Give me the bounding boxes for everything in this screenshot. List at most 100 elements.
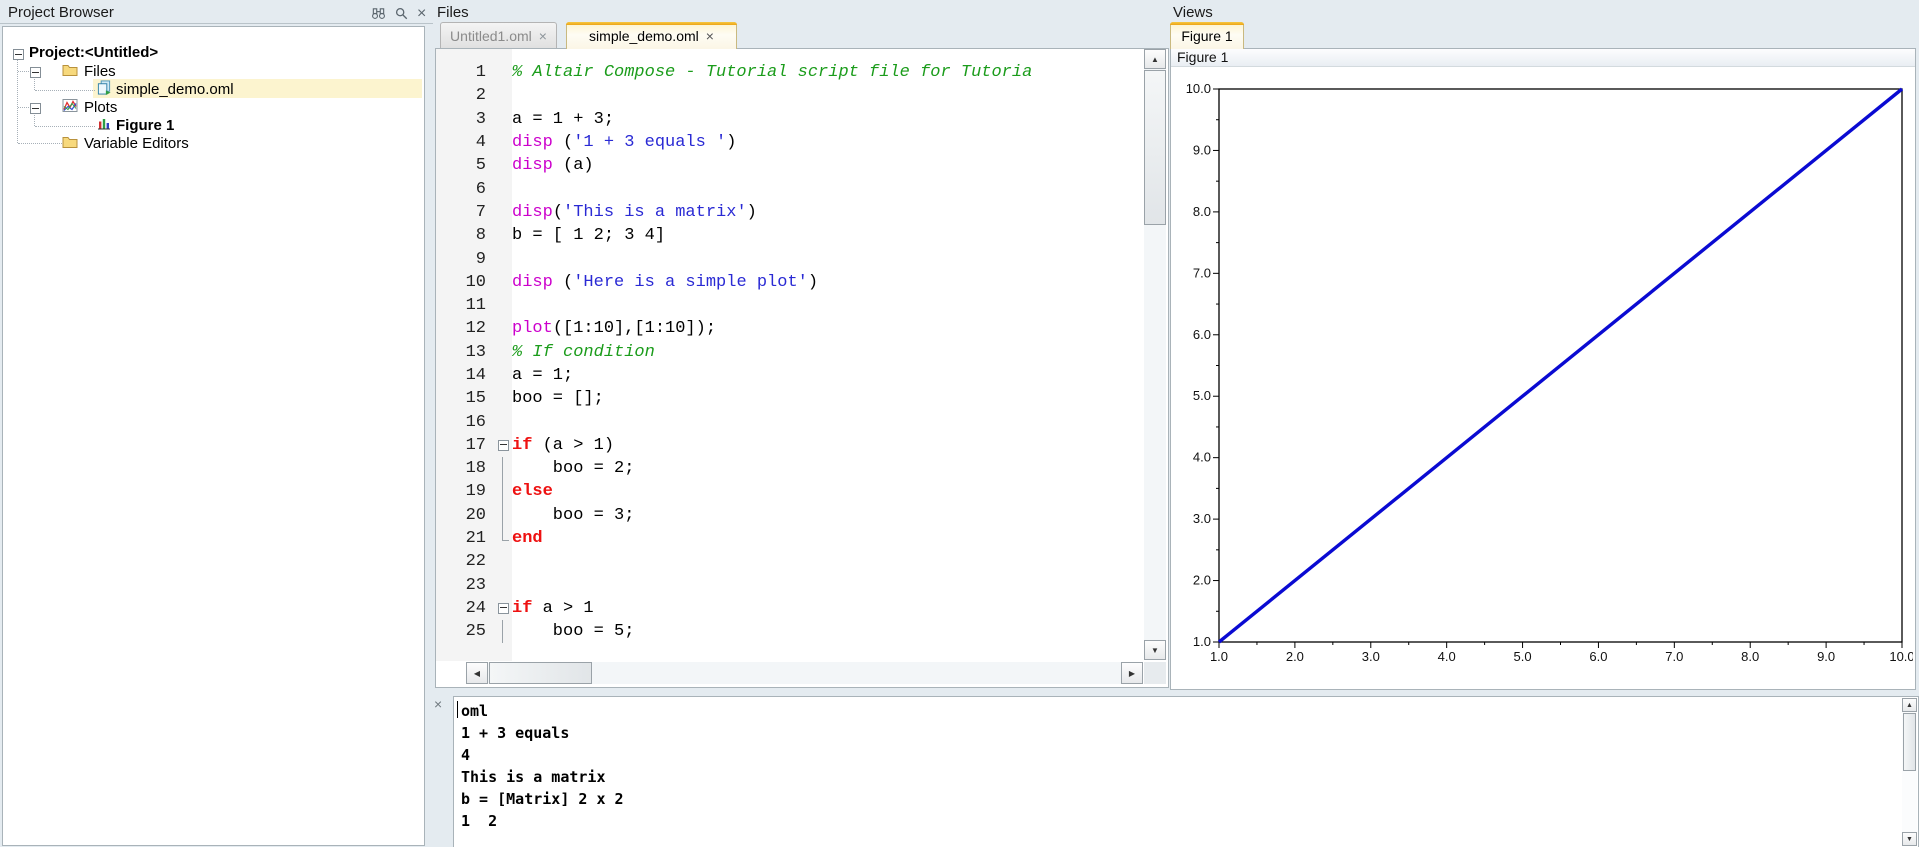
scrollbar-thumb[interactable] (1903, 713, 1916, 771)
code-line: 19 else (436, 480, 1144, 503)
code-line: 22 (436, 550, 1144, 573)
collapse-box-files[interactable] (30, 67, 41, 78)
find-binoculars-icon[interactable] (371, 6, 386, 21)
token-plain: ) (808, 273, 818, 292)
token-str: '1 + 3 equals ' (573, 133, 726, 152)
token-plain: ) (747, 203, 757, 222)
scrollbar-thumb[interactable] (1144, 70, 1166, 225)
token-plain: (a > 1) (532, 436, 614, 455)
code-line: 1% Altair Compose - Tutorial script file… (436, 61, 1144, 84)
tab-untitled1-oml[interactable]: Untitled1.oml × (440, 22, 557, 48)
console-close-icon[interactable]: × (434, 697, 442, 711)
fold-marker (495, 620, 512, 643)
token-plain: (a) (553, 156, 594, 175)
fold-marker (495, 108, 512, 131)
tab-close-icon[interactable]: × (706, 28, 714, 44)
tree-item-variable-editors[interactable]: Variable Editors (84, 135, 189, 152)
code-text: disp ('Here is a simple plot') (512, 273, 818, 292)
line-number: 9 (436, 250, 495, 269)
project-browser-title: Project Browser (8, 4, 114, 21)
console-line: 1 2 (457, 810, 1900, 832)
fold-marker (495, 364, 512, 387)
line-number: 8 (436, 226, 495, 245)
oml-console: oml1 + 3 equals4This is a matrixb = [Mat… (453, 696, 1919, 847)
views-panel-title: Views (1173, 4, 1213, 21)
code-line: 25 boo = 5; (436, 620, 1144, 643)
line-number: 15 (436, 389, 495, 408)
tab-simple-demo-oml[interactable]: simple_demo.oml × (566, 22, 737, 49)
scroll-left-arrow-icon[interactable]: ◀ (466, 662, 488, 684)
fold-marker[interactable] (495, 597, 512, 620)
code-line: 14a = 1; (436, 364, 1144, 387)
code-line: 8 b = [ 1 2; 3 4] (436, 224, 1144, 247)
token-plain: ( (553, 133, 573, 152)
line-number: 6 (436, 180, 495, 199)
code-text: else (512, 482, 553, 501)
project-browser-close-icon[interactable]: × (417, 6, 426, 21)
tab-close-icon[interactable]: × (539, 28, 547, 44)
code-text: plot([1:10],[1:10]); (512, 319, 716, 338)
tree-item-files[interactable]: Files (84, 63, 116, 80)
fold-marker (495, 527, 512, 550)
console-line: This is a matrix (457, 766, 1900, 788)
editor-code-area[interactable]: 1% Altair Compose - Tutorial script file… (436, 49, 1144, 661)
line-number: 21 (436, 529, 495, 548)
tree-item-figure-1[interactable]: Figure 1 (116, 117, 174, 134)
fold-marker (495, 410, 512, 433)
code-line: 5disp (a) (436, 154, 1144, 177)
line-number: 19 (436, 482, 495, 501)
scroll-up-arrow-icon[interactable]: ▲ (1144, 49, 1166, 69)
collapse-box-project[interactable] (13, 49, 24, 60)
token-plain: b = [ 1 2; 3 4] (512, 226, 665, 245)
tree-connector (18, 107, 29, 108)
fold-marker (495, 131, 512, 154)
token-str: 'Here is a simple plot' (573, 273, 808, 292)
code-line: 17if (a > 1) (436, 434, 1144, 457)
code-text: disp ('1 + 3 equals ') (512, 133, 736, 152)
code-text: a = 1 + 3; (512, 110, 614, 129)
fold-marker (495, 154, 512, 177)
tree-item-plots[interactable]: Plots (84, 99, 117, 116)
line-number: 3 (436, 110, 495, 129)
tree-connector (35, 90, 95, 91)
tab-label: Figure 1 (1181, 28, 1232, 44)
tree-connector (17, 57, 18, 143)
active-tab-accent (566, 22, 737, 25)
fold-marker[interactable] (495, 434, 512, 457)
line-number: 20 (436, 506, 495, 525)
token-func: plot (512, 319, 553, 338)
code-line: 12plot([1:10],[1:10]); (436, 317, 1144, 340)
folder-icon (62, 62, 78, 77)
fold-marker (495, 457, 512, 480)
code-line: 23 (436, 574, 1144, 597)
editor-horizontal-scrollbar[interactable]: ◀ ▶ (466, 662, 1143, 684)
fold-marker (495, 224, 512, 247)
altair-compose-window: Project Browser × (0, 0, 1919, 847)
code-line: 21end (436, 527, 1144, 550)
tree-item-project[interactable]: Project:<Untitled> (29, 44, 158, 61)
tab-figure-1[interactable]: Figure 1 (1170, 22, 1244, 49)
tree-item-simple-demo[interactable]: simple_demo.oml (116, 81, 234, 98)
scroll-down-arrow-icon[interactable]: ▼ (1144, 640, 1166, 660)
scrollbar-corner (1144, 662, 1166, 684)
scroll-up-arrow-icon[interactable]: ▲ (1902, 698, 1917, 712)
code-line: 10disp ('Here is a simple plot') (436, 271, 1144, 294)
token-plain: boo = []; (512, 389, 604, 408)
token-func: disp (512, 133, 553, 152)
console-output[interactable]: oml1 + 3 equals4This is a matrixb = [Mat… (457, 700, 1900, 847)
console-scrollbar[interactable]: ▲ ▼ (1902, 698, 1917, 846)
editor-vertical-scrollbar[interactable]: ▲ ▼ (1144, 49, 1166, 660)
fold-marker (495, 387, 512, 410)
search-magnifier-icon[interactable] (394, 6, 409, 21)
y-tick-label: 10.0 (1186, 81, 1211, 96)
token-plain: boo = 2; (512, 459, 634, 478)
scroll-down-arrow-icon[interactable]: ▼ (1902, 832, 1917, 846)
code-line: 24if a > 1 (436, 597, 1144, 620)
code-editor: 1% Altair Compose - Tutorial script file… (435, 48, 1169, 688)
token-func: disp (512, 203, 553, 222)
collapse-box-plots[interactable] (30, 103, 41, 114)
scroll-right-arrow-icon[interactable]: ▶ (1121, 662, 1143, 684)
code-line: 2 (436, 84, 1144, 107)
scrollbar-thumb[interactable] (489, 662, 592, 684)
token-kw: if (512, 599, 532, 618)
